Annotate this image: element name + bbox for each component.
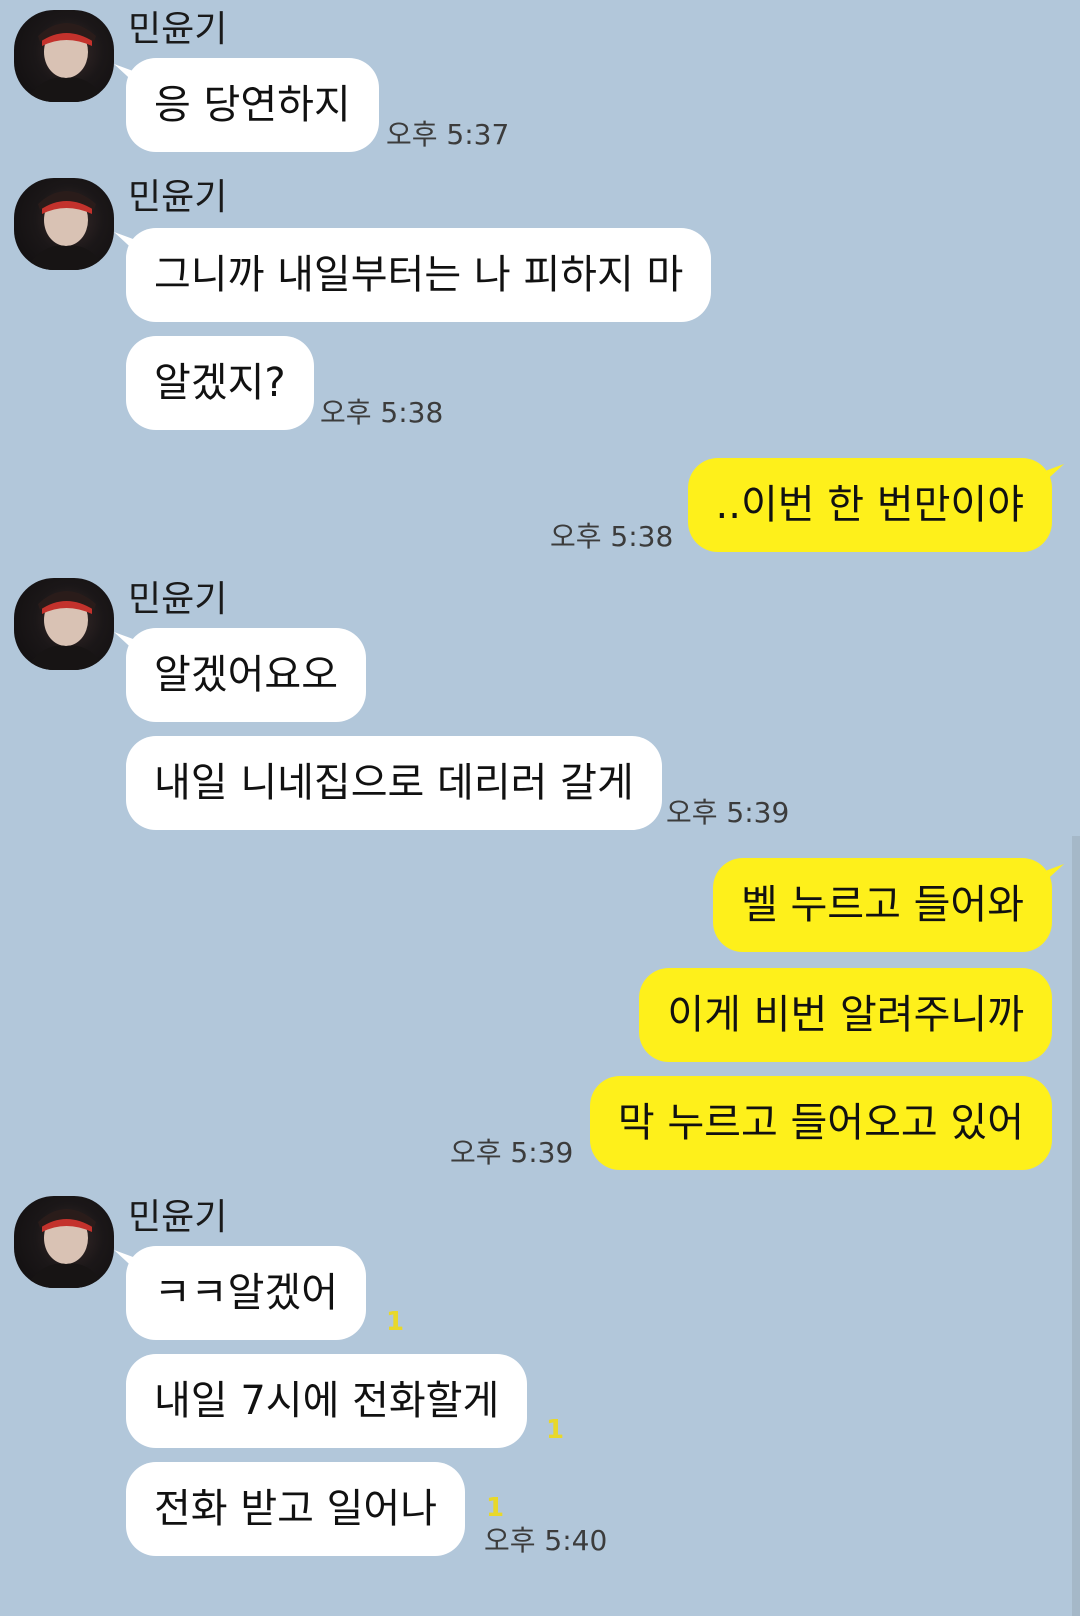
message-time: 오후 5:37	[386, 118, 510, 151]
sender-name: 민윤기	[128, 177, 228, 218]
unread-count: 1	[386, 1307, 405, 1337]
outgoing-message[interactable]: 막 누르고 들어오고 있어	[589, 1076, 1052, 1170]
unread-count: 1	[486, 1493, 505, 1523]
incoming-message[interactable]: 그니까 내일부터는 나 피하지 마	[126, 228, 712, 322]
sender-avatar[interactable]	[14, 10, 114, 102]
sender-name: 민윤기	[128, 1197, 228, 1238]
outgoing-message[interactable]: 벨 누르고 들어와	[712, 858, 1052, 952]
incoming-message[interactable]: 내일 7시에 전화할게	[126, 1354, 528, 1448]
incoming-message[interactable]: 내일 니네집으로 데리러 갈게	[126, 736, 662, 830]
sender-avatar[interactable]	[14, 578, 114, 670]
message-time: 오후 5:39	[666, 796, 790, 829]
message-time: 오후 5:40	[484, 1524, 608, 1557]
sender-name: 민윤기	[128, 9, 228, 50]
scrollbar[interactable]	[1072, 836, 1080, 1616]
sender-name: 민윤기	[128, 579, 228, 620]
message-time: 오후 5:39	[450, 1136, 574, 1169]
incoming-message[interactable]: 응 당연하지	[126, 58, 379, 152]
avatar-photo	[24, 1209, 106, 1288]
incoming-message[interactable]: 전화 받고 일어나	[126, 1462, 466, 1556]
message-time: 오후 5:38	[320, 396, 444, 429]
incoming-message[interactable]: 알겠지?	[126, 336, 314, 430]
sender-avatar[interactable]	[14, 1196, 114, 1288]
avatar-photo	[24, 23, 106, 102]
avatar-photo	[24, 191, 106, 270]
incoming-message[interactable]: 알겠어요오	[126, 628, 366, 722]
sender-avatar[interactable]	[14, 178, 114, 270]
message-time: 오후 5:38	[550, 520, 674, 553]
unread-count: 1	[546, 1415, 565, 1445]
incoming-message[interactable]: ㅋㅋ알겠어	[126, 1246, 366, 1340]
avatar-photo	[24, 591, 106, 670]
outgoing-message[interactable]: ..이번 한 번만이야	[687, 458, 1052, 552]
outgoing-message[interactable]: 이게 비번 알려주니까	[639, 968, 1052, 1062]
